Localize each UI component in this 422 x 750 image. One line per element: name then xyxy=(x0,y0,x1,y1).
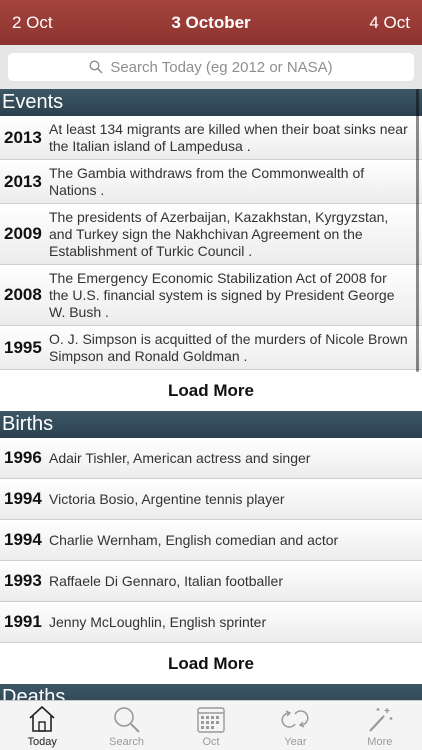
table-row[interactable]: 2008 The Emergency Economic Stabilizatio… xyxy=(0,265,422,326)
table-row[interactable]: 1995 O. J. Simpson is acquitted of the m… xyxy=(0,326,422,370)
tab-search[interactable]: Search xyxy=(84,701,168,750)
search-placeholder: Search Today (eg 2012 or NASA) xyxy=(110,58,333,76)
table-row[interactable]: 1996 Adair Tishler, American actress and… xyxy=(0,438,422,479)
search-icon xyxy=(113,707,140,733)
tab-label: More xyxy=(367,736,393,748)
birth-text: Charlie Wernham, English comedian and ac… xyxy=(49,531,339,548)
tab-label: Today xyxy=(27,736,57,748)
search-icon xyxy=(89,60,103,74)
house-icon xyxy=(29,705,55,732)
nav-bar: 2 Oct 3 October 4 Oct xyxy=(0,0,422,45)
birth-text: Jenny McLoughlin, English sprinter xyxy=(49,613,267,630)
load-more-events-button[interactable]: Load More xyxy=(0,370,422,411)
section-header-events: Events xyxy=(0,89,422,116)
tab-year[interactable]: Year xyxy=(253,701,337,750)
event-year: 2008 xyxy=(4,285,42,304)
next-day-button[interactable]: 4 Oct xyxy=(369,13,410,33)
birth-year: 1994 xyxy=(4,489,42,508)
search-input[interactable]: Search Today (eg 2012 or NASA) xyxy=(8,53,414,81)
birth-year: 1991 xyxy=(4,612,42,631)
event-text: The Emergency Economic Stabilization Act… xyxy=(49,269,395,320)
event-year: 2009 xyxy=(4,224,42,243)
event-year: 1995 xyxy=(4,337,42,357)
event-year: 2013 xyxy=(4,171,42,191)
table-row[interactable]: 2013 At least 134 migrants are killed wh… xyxy=(0,116,422,160)
birth-year: 1993 xyxy=(4,571,42,590)
table-row[interactable]: 2013 The Gambia withdraws from the Commo… xyxy=(0,160,422,204)
page-title: 3 October xyxy=(171,12,251,32)
calendar-icon xyxy=(197,707,225,733)
birth-text: Adair Tishler, American actress and sing… xyxy=(49,449,311,466)
cycle-icon xyxy=(281,710,309,728)
prev-day-button[interactable]: 2 Oct xyxy=(12,13,53,33)
section-header-deaths: Deaths xyxy=(0,684,422,700)
birth-year: 1996 xyxy=(4,448,42,467)
event-year: 2013 xyxy=(4,127,42,147)
tab-today[interactable]: Today xyxy=(0,701,84,750)
tab-bar: Today Search Oct Year More xyxy=(0,700,422,750)
magic-wand-icon xyxy=(369,708,393,732)
event-text: The Gambia withdraws from the Commonweal… xyxy=(49,164,365,198)
birth-text: Raffaele Di Gennaro, Italian footballer xyxy=(49,572,283,589)
content-list[interactable]: Events 2013 At least 134 migrants are ki… xyxy=(0,89,422,700)
table-row[interactable]: 1993 Raffaele Di Gennaro, Italian footba… xyxy=(0,561,422,602)
tab-more[interactable]: More xyxy=(338,701,422,750)
tab-month[interactable]: Oct xyxy=(169,701,253,750)
scrollbar[interactable] xyxy=(416,89,419,372)
birth-year: 1994 xyxy=(4,530,42,549)
table-row[interactable]: 1994 Charlie Wernham, English comedian a… xyxy=(0,520,422,561)
event-text: At least 134 migrants are killed when th… xyxy=(49,120,408,154)
event-text: O. J. Simpson is acquitted of the murder… xyxy=(49,330,408,364)
tab-label: Year xyxy=(284,736,307,748)
table-row[interactable]: 1994 Victoria Bosio, Argentine tennis pl… xyxy=(0,479,422,520)
section-header-births: Births xyxy=(0,411,422,438)
table-row[interactable]: 1991 Jenny McLoughlin, English sprinter xyxy=(0,602,422,643)
search-bar: Search Today (eg 2012 or NASA) xyxy=(0,45,422,89)
event-text: The presidents of Azerbaijan, Kazakhstan… xyxy=(49,208,389,259)
tab-label: Search xyxy=(109,736,145,748)
table-row[interactable]: 2009 The presidents of Azerbaijan, Kazak… xyxy=(0,204,422,265)
load-more-births-button[interactable]: Load More xyxy=(0,643,422,684)
tab-label: Oct xyxy=(202,736,220,748)
birth-text: Victoria Bosio, Argentine tennis player xyxy=(49,490,285,507)
